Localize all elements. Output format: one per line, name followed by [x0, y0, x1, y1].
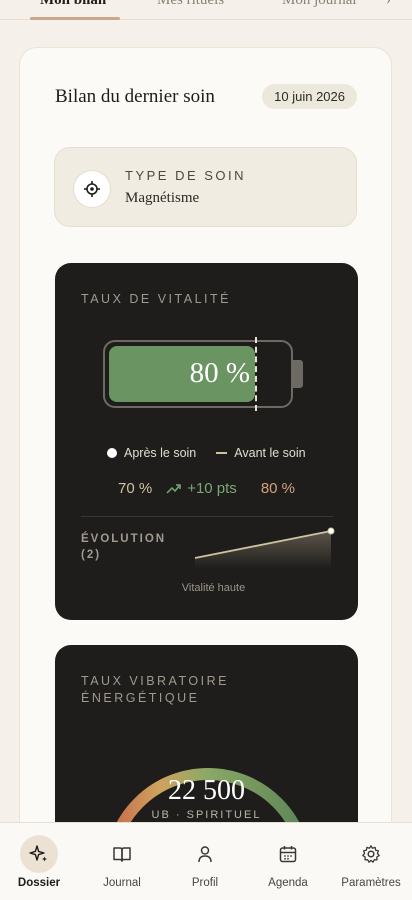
battery-before-marker: [255, 337, 257, 411]
nav-agenda[interactable]: Agenda: [247, 823, 329, 900]
tabs-scroll-chevron-icon[interactable]: ›: [386, 0, 391, 9]
type-soin-value: Magnétisme: [125, 190, 200, 206]
divider: [81, 516, 333, 517]
stat-before-value: 80 %: [260, 480, 296, 497]
type-soin-label: TYPE DE SOIN: [125, 168, 247, 183]
vibratoire-value: 22 500: [168, 775, 245, 806]
tab-mon-journal[interactable]: Mon journal: [282, 0, 357, 9]
legend-before-line: [216, 452, 228, 454]
evolution-label: ÉVOLUTION (2): [81, 531, 166, 563]
tab-mon-bilan[interactable]: Mon bilan: [40, 0, 106, 9]
vibratoire-card: TAUX VIBRATOIRE ÉNERGÉTIQUE 22 500 UB · …: [55, 645, 358, 846]
bottom-nav: Dossier Journal Profil Agenda Paramètres: [0, 822, 412, 900]
person-icon: [186, 835, 224, 873]
stat-delta: +10 pts: [166, 480, 237, 497]
evolution-caption: Vitalité haute: [181, 582, 246, 594]
vitalite-legend: Après le soin Avant le soin: [107, 446, 306, 460]
evolution-sparkline: [194, 527, 335, 569]
nav-journal[interactable]: Journal: [81, 823, 163, 900]
tab-mes-rituels[interactable]: Mes rituels: [157, 0, 224, 9]
nav-dossier-label: Dossier: [17, 877, 61, 889]
nav-agenda-label: Agenda: [268, 877, 308, 889]
trend-up-icon: [166, 483, 181, 494]
sparkle-icon: [20, 835, 58, 873]
bilan-card: Bilan du dernier soin 10 juin 2026 TYPE …: [19, 47, 392, 847]
battery-value: 80 %: [189, 357, 250, 389]
date-badge: 10 juin 2026: [262, 84, 357, 109]
vibratoire-label-2: ÉNERGÉTIQUE: [81, 691, 200, 705]
calendar-icon: [269, 835, 307, 873]
nav-dossier[interactable]: Dossier: [0, 823, 80, 900]
type-soin-box: TYPE DE SOIN Magnétisme: [54, 147, 357, 227]
evolution-point: [327, 527, 335, 535]
evolution-area: [195, 531, 331, 569]
card-title: Bilan du dernier soin: [55, 86, 215, 107]
book-icon: [103, 835, 141, 873]
battery-gauge: 80 %: [103, 337, 293, 411]
active-tab-indicator: [30, 17, 120, 20]
nav-parametres[interactable]: Paramètres: [330, 823, 412, 900]
nav-profil-label: Profil: [191, 877, 219, 889]
target-icon: [73, 170, 111, 208]
vibratoire-label: TAUX VIBRATOIRE ÉNERGÉTIQUE: [81, 673, 229, 707]
legend-after-dot: [107, 448, 117, 458]
gear-icon: [352, 835, 390, 873]
evolution-title: ÉVOLUTION: [81, 533, 167, 545]
legend-before-label: Avant le soin: [234, 446, 306, 460]
evolution-count: (2): [81, 549, 102, 561]
vitalite-card: TAUX DE VITALITÉ 80 % Après le soin Avan…: [55, 263, 358, 620]
vitalite-stats: 70 % +10 pts 80 %: [55, 480, 358, 497]
nav-journal-label: Journal: [103, 877, 141, 889]
nav-parametres-label: Paramètres: [341, 877, 401, 889]
vitalite-label: TAUX DE VITALITÉ: [81, 292, 231, 306]
vibratoire-unit: UB · SPIRITUEL: [151, 809, 262, 821]
nav-profil[interactable]: Profil: [164, 823, 246, 900]
top-tabs: Mon bilan Mes rituels Mon journal ›: [0, 0, 412, 20]
legend-after-label: Après le soin: [124, 446, 197, 460]
stat-after-value: 70 %: [117, 480, 153, 497]
battery-cap: [293, 360, 303, 388]
vibratoire-label-1: TAUX VIBRATOIRE: [81, 674, 229, 688]
stat-delta-value: +10 pts: [187, 480, 237, 497]
